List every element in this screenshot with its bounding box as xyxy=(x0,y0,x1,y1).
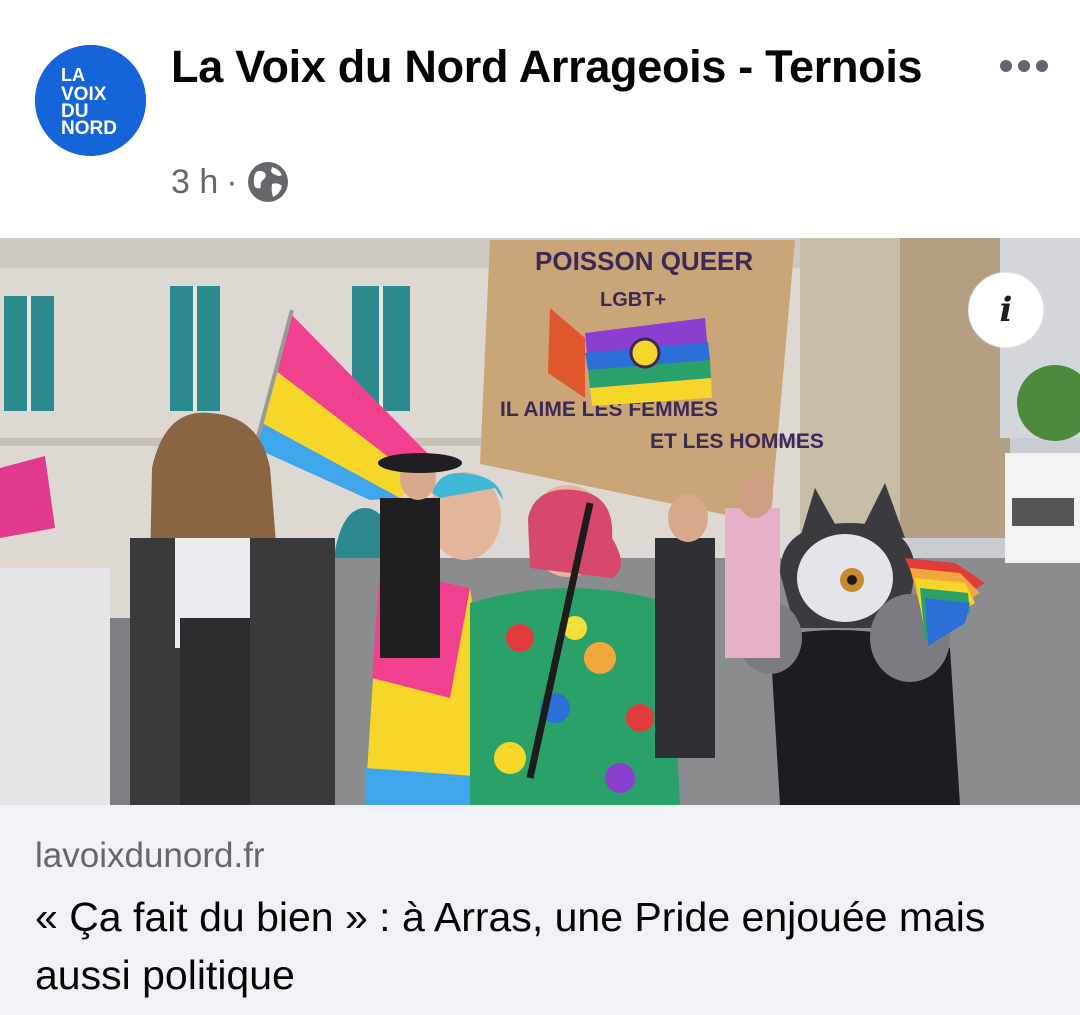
more-options-button[interactable] xyxy=(990,48,1058,84)
sign-line-4: ET LES HOMMES xyxy=(650,430,824,453)
voix-du-nord-logo-icon: LA VOIX DU NORD xyxy=(35,45,146,156)
post-timestamp[interactable]: 3 h xyxy=(171,163,218,202)
meta-separator: · xyxy=(226,162,238,201)
post-photo[interactable]: POISSON QUEER LGBT+ IL AIME LES FEMMES E… xyxy=(0,238,1080,805)
more-dots-icon xyxy=(1036,60,1048,72)
sign-line-1: POISSON QUEER xyxy=(535,246,753,276)
info-button[interactable]: i xyxy=(968,272,1044,348)
pride-march-photo: POISSON QUEER LGBT+ IL AIME LES FEMMES E… xyxy=(0,238,1080,805)
globe-icon xyxy=(247,162,288,202)
logo-line-1: LA xyxy=(61,65,85,85)
more-dots-icon xyxy=(1000,60,1012,72)
sign-line-2: LGBT+ xyxy=(600,289,666,311)
logo-line-4: NORD xyxy=(61,118,117,139)
post-meta: 3 h · xyxy=(171,160,290,204)
link-title[interactable]: « Ça fait du bien » : à Arras, une Pride… xyxy=(35,888,1035,1004)
info-icon: i xyxy=(999,290,1013,330)
link-domain: lavoixdunord.fr xyxy=(35,836,265,875)
more-dots-icon xyxy=(1018,60,1030,72)
post-header: LA VOIX DU NORD La Voix du Nord Arrageoi… xyxy=(0,0,1080,238)
page-name-link[interactable]: La Voix du Nord Arrageois - Ternois xyxy=(171,38,931,96)
page-avatar[interactable]: LA VOIX DU NORD xyxy=(35,45,146,156)
